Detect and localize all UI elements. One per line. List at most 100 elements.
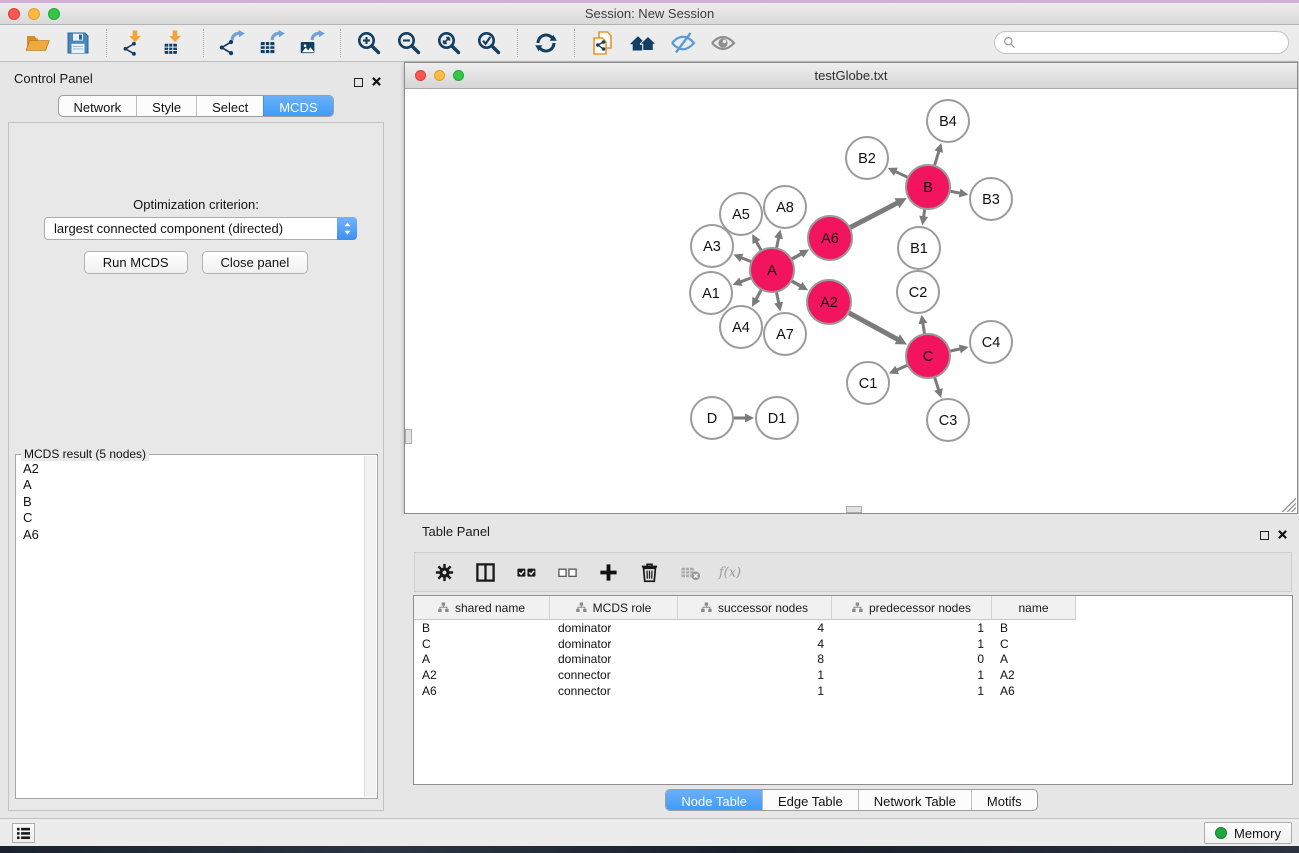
clone-network-button[interactable] — [587, 28, 619, 58]
table-row[interactable]: A2connector11A2 — [414, 667, 1292, 683]
edge-B-B2[interactable] — [895, 171, 908, 177]
close-table-panel-icon[interactable] — [1278, 526, 1287, 544]
graph-node-A1[interactable]: A1 — [690, 272, 732, 314]
graph-node-C3[interactable]: C3 — [927, 399, 969, 441]
memory-button[interactable]: Memory — [1204, 822, 1292, 844]
column-header[interactable]: name — [992, 596, 1076, 620]
edge-C-C4[interactable] — [949, 349, 960, 352]
table-row[interactable]: Cdominator41C — [414, 636, 1292, 652]
tab-style[interactable]: Style — [136, 96, 196, 116]
refresh-button[interactable] — [530, 28, 562, 58]
edge-C-C1[interactable] — [896, 365, 908, 370]
tab-motifs[interactable]: Motifs — [971, 790, 1037, 810]
column-header[interactable]: shared name — [414, 596, 550, 620]
edge-A-A5[interactable] — [756, 241, 761, 251]
graph-node-C4[interactable]: C4 — [970, 321, 1012, 363]
graph-node-A7[interactable]: A7 — [764, 313, 806, 355]
graph-node-B1[interactable]: B1 — [898, 227, 940, 269]
zoom-out-button[interactable] — [393, 28, 425, 58]
edge-A6-B[interactable] — [850, 203, 898, 228]
graph-node-C2[interactable]: C2 — [897, 271, 939, 313]
graph-node-A6[interactable]: A6 — [808, 216, 852, 260]
edge-B-B4[interactable] — [934, 151, 939, 166]
column-header[interactable]: predecessor nodes — [832, 596, 992, 620]
edge-B-B3[interactable] — [950, 191, 961, 193]
save-button[interactable] — [62, 28, 94, 58]
column-header[interactable]: MCDS role — [550, 596, 678, 620]
edge-A-A2[interactable] — [791, 281, 801, 287]
result-item[interactable]: C — [23, 510, 364, 526]
result-item[interactable]: B — [23, 494, 364, 510]
deselect-all-button[interactable] — [554, 559, 580, 585]
show-details-button[interactable] — [707, 28, 739, 58]
table-row[interactable]: Adominator80A — [414, 652, 1292, 668]
export-image-button[interactable] — [296, 28, 328, 58]
edge-A-A1[interactable] — [740, 278, 751, 282]
resize-grip-icon[interactable] — [1282, 498, 1296, 512]
open-folder-button[interactable] — [22, 28, 54, 58]
graph-node-A[interactable]: A — [750, 248, 794, 292]
edge-A-A4[interactable] — [756, 289, 762, 299]
tab-network[interactable]: Network — [58, 96, 136, 116]
tab-mcds[interactable]: MCDS — [263, 96, 332, 116]
left-scroll-grip[interactable] — [405, 429, 412, 444]
search-box[interactable] — [994, 31, 1289, 54]
add-button[interactable] — [595, 559, 621, 585]
tab-select[interactable]: Select — [196, 96, 263, 116]
export-network-button[interactable] — [216, 28, 248, 58]
graph-node-C[interactable]: C — [906, 334, 950, 378]
graph-node-C1[interactable]: C1 — [847, 362, 889, 404]
column-header[interactable]: successor nodes — [678, 596, 832, 620]
tab-node-table[interactable]: Node Table — [666, 790, 762, 810]
tab-edge-table[interactable]: Edge Table — [762, 790, 858, 810]
edge-A-A3[interactable] — [741, 258, 752, 262]
float-table-panel-icon[interactable] — [1260, 531, 1269, 540]
graph-node-A5[interactable]: A5 — [720, 193, 762, 235]
bottom-scroll-grip[interactable] — [846, 506, 862, 513]
task-history-button[interactable] — [12, 823, 35, 843]
close-panel-icon[interactable] — [372, 73, 381, 91]
close-panel-button[interactable]: Close panel — [202, 251, 309, 274]
graph-node-A8[interactable]: A8 — [764, 186, 806, 228]
graph-node-B2[interactable]: B2 — [846, 137, 888, 179]
edge-A2-C[interactable] — [848, 313, 898, 340]
edge-A-A6[interactable] — [791, 253, 802, 259]
table-row[interactable]: A6connector11A6 — [414, 683, 1292, 699]
hide-details-button[interactable] — [667, 28, 699, 58]
graph-node-A2[interactable]: A2 — [807, 280, 851, 324]
select-all-button[interactable] — [513, 559, 539, 585]
graph-node-B[interactable]: B — [906, 165, 950, 209]
run-mcds-button[interactable]: Run MCDS — [84, 251, 188, 274]
graph-node-D[interactable]: D — [691, 397, 733, 439]
search-input[interactable] — [1021, 36, 1280, 50]
network-graph[interactable]: B4B2BB3A5A8A6B1A3AC2A1A2A4A7C4CC1C3DD1 — [406, 89, 1296, 513]
gear-button[interactable] — [431, 559, 457, 585]
edge-B-B1[interactable] — [924, 209, 925, 218]
optimization-criterion-dropdown[interactable]: largest connected component (directed) — [44, 217, 357, 240]
graph-node-A4[interactable]: A4 — [720, 306, 762, 348]
zoom-selected-button[interactable] — [473, 28, 505, 58]
graph-node-D1[interactable]: D1 — [756, 397, 798, 439]
import-network-button[interactable] — [119, 28, 151, 58]
table-row[interactable]: Bdominator41B — [414, 620, 1292, 636]
import-table-button[interactable] — [159, 28, 191, 58]
trash-button[interactable] — [636, 559, 662, 585]
graph-node-A3[interactable]: A3 — [691, 225, 733, 267]
float-panel-icon[interactable] — [354, 78, 363, 87]
tab-network-table[interactable]: Network Table — [858, 790, 971, 810]
edge-A-A7[interactable] — [776, 292, 778, 304]
result-scrollbar[interactable] — [364, 456, 376, 797]
network-canvas[interactable]: B4B2BB3A5A8A6B1A3AC2A1A2A4A7C4CC1C3DD1 — [406, 89, 1296, 513]
edge-A-A8[interactable] — [776, 237, 778, 248]
result-item[interactable]: A2 — [23, 461, 364, 477]
result-item[interactable]: A6 — [23, 527, 364, 543]
export-table-button[interactable] — [256, 28, 288, 58]
edge-C-C2[interactable] — [923, 323, 925, 335]
zoom-in-button[interactable] — [353, 28, 385, 58]
home-button[interactable] — [627, 28, 659, 58]
graph-node-B3[interactable]: B3 — [970, 178, 1012, 220]
zoom-fit-button[interactable] — [433, 28, 465, 58]
columns-button[interactable] — [472, 559, 498, 585]
result-item[interactable]: A — [23, 477, 364, 493]
edge-C-C3[interactable] — [935, 377, 939, 390]
